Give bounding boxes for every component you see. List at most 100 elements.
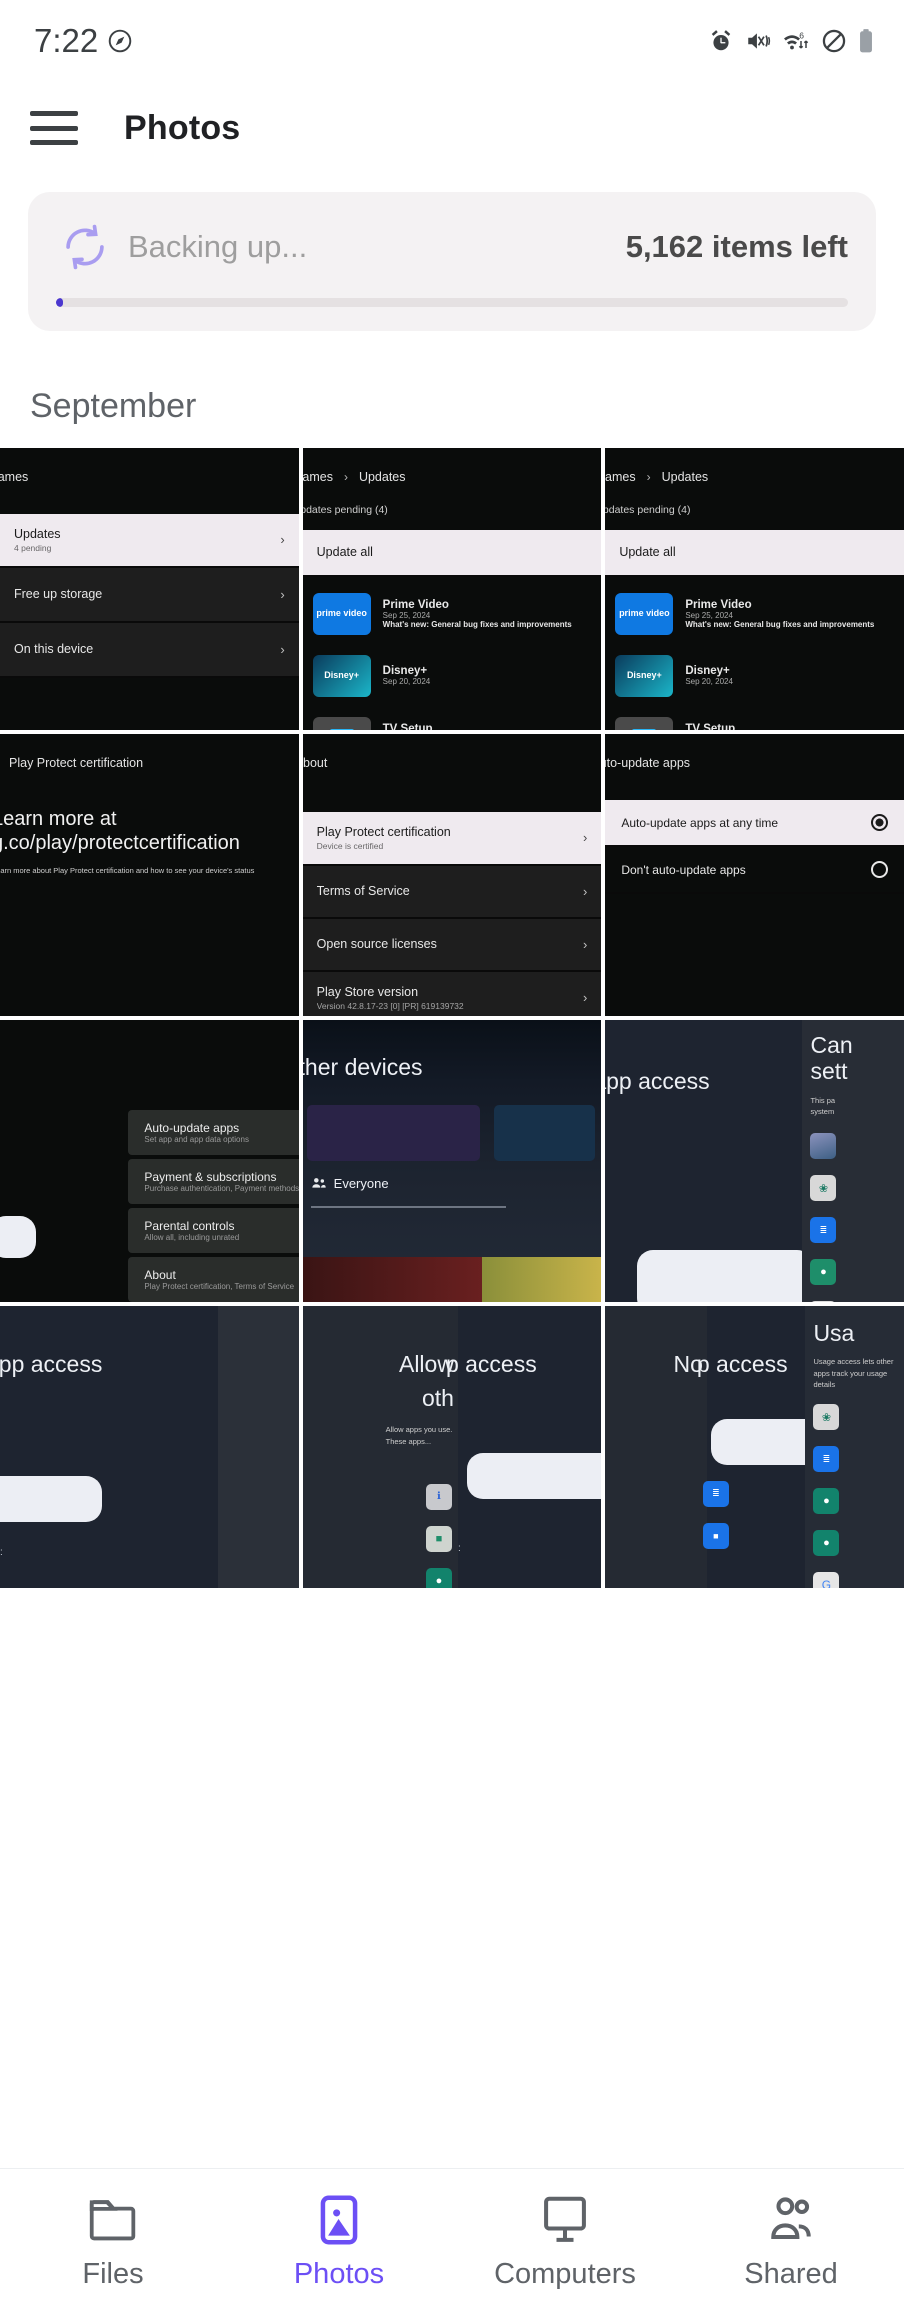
update-all-label: Update all bbox=[619, 545, 676, 559]
nav-label-files: Files bbox=[82, 2258, 144, 2290]
radio-option[interactable]: Don't auto-update apps bbox=[605, 847, 904, 894]
bottom-sheet[interactable] bbox=[637, 1250, 814, 1302]
camera-body-2: system bbox=[810, 1107, 835, 1117]
photo-thumbnail[interactable]: › Play Protect certification Learn more … bbox=[0, 734, 299, 1016]
nav-label-computers: Computers bbox=[494, 2258, 636, 2290]
photo-thumbnail[interactable]: No p access ≣ ■ Usa Usage access lets ot… bbox=[605, 1306, 904, 1588]
photo-thumbnail[interactable]: Games › Updates Updates pending (4) Upda… bbox=[302, 448, 602, 730]
visibility-row[interactable]: Everyone bbox=[311, 1175, 389, 1191]
list-item[interactable]: TV Setup Sep 19, 2024 What's new: Initia… bbox=[615, 707, 904, 730]
breadcrumb: Games › Updates bbox=[303, 448, 602, 484]
bluetooth-icon: ❀ bbox=[813, 1404, 840, 1431]
menu-item[interactable]: About Play Protect certification, Terms … bbox=[128, 1257, 299, 1302]
photo-thumbnail[interactable]: Auto-update apps Set app and app data op… bbox=[0, 1020, 299, 1302]
photo-thumbnail[interactable]: Allow oth Allow apps you use. These apps… bbox=[302, 1306, 602, 1588]
photo-thumbnail[interactable]: Other devices Everyone bbox=[302, 1020, 602, 1302]
bluetooth-icon: ❀ bbox=[810, 1175, 837, 1202]
contacts-app-icon: ● bbox=[425, 1567, 452, 1588]
device-preview-card-2 bbox=[493, 1104, 596, 1161]
photo-thumbnail[interactable]: Auto-update apps Auto-update apps at any… bbox=[605, 734, 904, 1016]
list-item[interactable]: Play Store version Version 42.8.17-23 [0… bbox=[302, 971, 602, 1016]
menu-item-detail: Set app and app data options bbox=[144, 1135, 249, 1145]
screen-heading: p access bbox=[445, 1351, 537, 1378]
update-all-button[interactable]: Update all bbox=[302, 530, 602, 577]
backup-status-card[interactable]: Backing up... 5,162 items left bbox=[28, 192, 876, 331]
menu-item[interactable]: Parental controls Allow all, including u… bbox=[128, 1208, 299, 1254]
hamburger-menu-icon[interactable] bbox=[30, 111, 78, 145]
list-item[interactable]: Free up storage › bbox=[0, 567, 299, 623]
app-screen: 7:22 6 Photos Backing up... 5,162 items … bbox=[0, 0, 904, 2316]
hamburger-line bbox=[30, 140, 78, 145]
app-date: Sep 20, 2024 bbox=[382, 677, 431, 687]
update-all-button[interactable]: Update all bbox=[605, 530, 904, 577]
photo-thumbnail[interactable]: Games Updates 4 pending › Free up storag… bbox=[0, 448, 299, 730]
list-item-detail: 4 pending bbox=[14, 542, 52, 553]
updates-pending-label: Updates pending (4) bbox=[605, 504, 691, 516]
backup-progress-fill bbox=[56, 298, 64, 307]
menu-item[interactable]: Payment & subscriptions Purchase authent… bbox=[128, 1159, 299, 1205]
camera-heading-1: Can bbox=[810, 1032, 853, 1058]
contacts-icon: ● bbox=[813, 1488, 840, 1515]
nav-item-shared[interactable]: Shared bbox=[678, 2194, 904, 2291]
list-item-title: Updates bbox=[14, 527, 61, 541]
radio-button[interactable] bbox=[870, 861, 888, 878]
menu-item[interactable]: Auto-update apps Set app and app data op… bbox=[128, 1110, 299, 1156]
bottom-sheet[interactable] bbox=[466, 1452, 602, 1499]
menu-item-title: Auto-update apps bbox=[144, 1121, 240, 1136]
photo-thumbnail[interactable]: app access Can sett This pa system ❀ ≣ ●… bbox=[605, 1020, 904, 1302]
app-name: Prime Video bbox=[382, 598, 449, 611]
detail-headline-1: Learn more at bbox=[0, 808, 117, 830]
breadcrumb-item: Games bbox=[0, 470, 29, 484]
prime-video-icon: prime video bbox=[615, 592, 674, 635]
compass-icon bbox=[108, 29, 132, 53]
list-item-title: Free up storage bbox=[14, 586, 103, 601]
list-item[interactable]: prime video Prime Video Sep 25, 2024 Wha… bbox=[312, 583, 602, 645]
menu-item-title: Payment & subscriptions bbox=[144, 1170, 277, 1185]
list-item[interactable]: Disney+ Disney+ Sep 20, 2024 bbox=[615, 645, 904, 707]
list-item[interactable]: Play Protect certification Device is cer… bbox=[302, 812, 602, 866]
media-strip-left bbox=[302, 1256, 488, 1302]
breadcrumb-item: Updates bbox=[358, 470, 406, 484]
app-access-screen-1: app access : bbox=[0, 1306, 299, 1588]
right-panel: p access : bbox=[446, 1306, 602, 1588]
app-name: Disney+ bbox=[382, 665, 428, 678]
disney-plus-icon: Disney+ bbox=[615, 654, 674, 697]
breadcrumb-item: About bbox=[302, 756, 328, 770]
tv-app-icon: ■ bbox=[702, 1522, 729, 1549]
menu-list: Play Protect certification Device is cer… bbox=[302, 812, 602, 1016]
nav-item-computers[interactable]: Computers bbox=[452, 2194, 678, 2291]
camera-heading-2: sett bbox=[810, 1058, 848, 1085]
wallpaper-tile-icon bbox=[810, 1133, 837, 1160]
nav-item-files[interactable]: Files bbox=[0, 2194, 226, 2291]
auto-update-apps-dialog: Auto-update apps Auto-update apps at any… bbox=[605, 734, 904, 1016]
list-item[interactable]: prime video Prime Video Sep 25, 2024 Wha… bbox=[615, 583, 904, 645]
list-item[interactable]: TV Setup Sep 19, 2024 What's new: Initia… bbox=[312, 707, 602, 730]
chevron-right-icon: › bbox=[582, 990, 588, 1006]
hamburger-line bbox=[30, 111, 78, 116]
list-item-title: On this device bbox=[14, 641, 94, 656]
dialog-title: Auto-update apps bbox=[605, 734, 904, 770]
photo-thumbnail[interactable]: Games › Updates Updates pending (4) Upda… bbox=[605, 448, 904, 730]
detail-body: Learn more about Play Protect certificat… bbox=[0, 866, 255, 876]
list-item[interactable]: Disney+ Disney+ Sep 20, 2024 bbox=[312, 645, 602, 707]
list-item[interactable]: Open source licenses › bbox=[302, 918, 602, 972]
list-item-title: Play Store version bbox=[316, 984, 419, 999]
radio-button-selected[interactable] bbox=[870, 814, 888, 831]
list-item[interactable]: Terms of Service › bbox=[302, 865, 602, 919]
other-devices-screen: Other devices Everyone bbox=[302, 1020, 602, 1302]
list-item[interactable]: Updates 4 pending › bbox=[0, 514, 299, 568]
list-item[interactable]: On this device › bbox=[0, 622, 299, 678]
photo-thumbnail[interactable]: app access : bbox=[0, 1306, 299, 1588]
radio-option[interactable]: Auto-update apps at any time bbox=[605, 800, 904, 847]
camera-settings-panel: Can sett This pa system ❀ ≣ ● ☎ bbox=[802, 1020, 904, 1302]
allow-heading-2: oth bbox=[421, 1384, 454, 1411]
bottom-sheet[interactable] bbox=[0, 1476, 102, 1522]
chevron-right-icon: › bbox=[646, 470, 651, 484]
nav-item-photos[interactable]: Photos bbox=[226, 2194, 452, 2291]
dialog-title-label: Auto-update apps bbox=[605, 756, 691, 770]
photo-thumbnail[interactable]: About Play Protect certification Device … bbox=[302, 734, 602, 1016]
backup-status-label: Backing up... bbox=[128, 229, 308, 264]
sheet-caption: : bbox=[0, 1547, 3, 1558]
app-name: Prime Video bbox=[685, 598, 752, 611]
app-whats-new: What's new: General bug fixes and improv… bbox=[685, 619, 875, 629]
